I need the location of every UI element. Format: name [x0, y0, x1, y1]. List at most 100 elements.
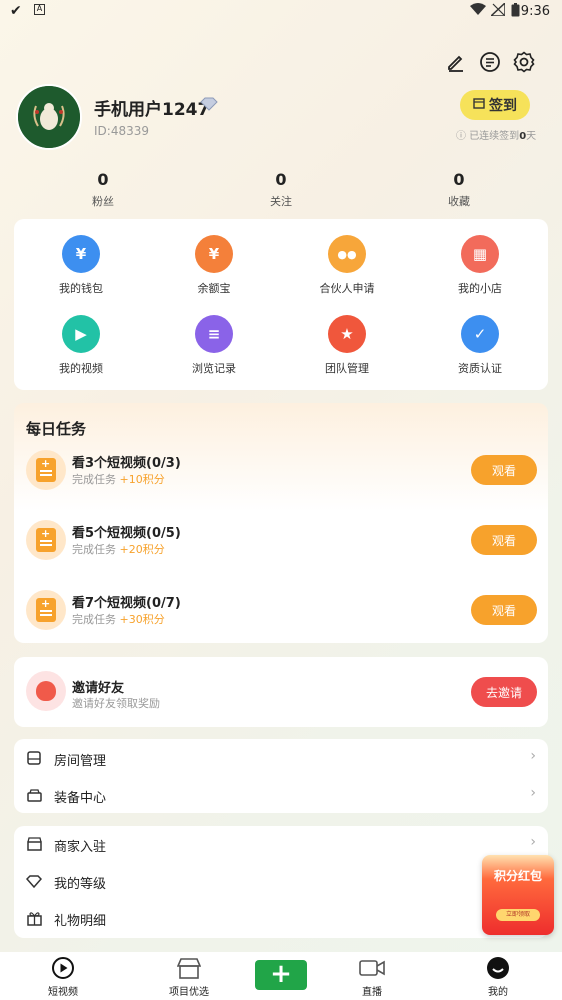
room-icon [26, 750, 42, 766]
partner-icon: ●● [328, 235, 366, 273]
tab-bar: 短视频 项目优选 + 直播 我的 [0, 952, 562, 1000]
merchant-icon [26, 836, 42, 852]
menu-gift[interactable]: 礼物明细 [14, 900, 548, 936]
menu-label: 我的等级 [54, 877, 107, 892]
feature-label: 我的小店 [458, 282, 502, 295]
store-icon [149, 956, 229, 980]
menu-level[interactable]: 我的等级 [14, 863, 548, 899]
feature-label: 我的视频 [59, 362, 103, 375]
signin-label: 签到 [489, 98, 517, 114]
profile-icon [458, 956, 538, 980]
watch-button[interactable]: 观看 [471, 595, 537, 625]
chevron-right-icon: › [530, 785, 536, 801]
signin-note: ⓘ 已连续签到0天 [456, 131, 537, 142]
money-bag-icon: ¥ [195, 235, 233, 273]
equipment-icon [26, 787, 42, 803]
play-circle-icon [23, 956, 103, 980]
tab-short-video[interactable]: 短视频 [23, 956, 103, 998]
info-icon: ⓘ [456, 131, 470, 142]
task-name: 看3个短视频(0/3) [72, 456, 181, 471]
tab-label: 项目优选 [169, 987, 209, 998]
feature-wallet[interactable]: ¥ 我的钱包 [31, 235, 131, 296]
tab-label: 短视频 [48, 987, 78, 998]
user-id: ID:48339 [94, 124, 149, 138]
red-packet-title: 积分红包 [493, 869, 542, 883]
feature-balance[interactable]: ¥ 余额宝 [164, 235, 264, 296]
red-packet-button[interactable]: 立即领取 [496, 909, 540, 921]
red-packet-float[interactable]: 积分红包 立即领取 [482, 855, 554, 935]
invite-button[interactable]: 去邀请 [471, 677, 537, 707]
diamond-icon [200, 97, 218, 115]
video-icon: ▶ [62, 315, 100, 353]
chevron-right-icon: › [530, 748, 536, 764]
wallet-icon: ¥ [62, 235, 100, 273]
task-item: 看3个短视频(0/3) 完成任务 +10积分 观看 [14, 446, 548, 496]
avatar[interactable] [16, 84, 82, 150]
stat-value: 0 [453, 170, 465, 189]
tab-label: 直播 [362, 987, 382, 998]
menu-label: 装备中心 [54, 791, 107, 806]
feature-video[interactable]: ▶ 我的视频 [31, 315, 131, 376]
stat-fans[interactable]: 0 粉丝 [63, 170, 143, 209]
stat-value: 0 [275, 170, 287, 189]
feature-shop[interactable]: ▦ 我的小店 [430, 235, 530, 296]
tab-profile[interactable]: 我的 [458, 956, 538, 998]
feature-label: 资质认证 [458, 362, 502, 375]
tab-label: 我的 [488, 987, 508, 998]
stat-value: 0 [97, 170, 109, 189]
signal-icon [489, 1, 506, 20]
feature-certify[interactable]: ✓ 资质认证 [430, 315, 530, 376]
stat-favorites[interactable]: 0 收藏 [419, 170, 499, 209]
edit-icon[interactable] [444, 50, 468, 74]
invite-title: 邀请好友 [72, 681, 125, 696]
level-icon [26, 873, 42, 889]
menu-room[interactable]: 房间管理 › [14, 740, 548, 776]
team-icon: ★ [328, 315, 366, 353]
watch-button[interactable]: 观看 [471, 455, 537, 485]
feature-partner[interactable]: ●● 合伙人申请 [297, 235, 397, 296]
task-sub: 完成任务 +30积分 [72, 613, 165, 626]
chevron-right-icon: › [530, 834, 536, 850]
money-bag-icon [26, 671, 66, 711]
gift-icon [26, 910, 42, 926]
invite-card: 邀请好友 邀请好友领取奖励 去邀请 [14, 657, 548, 727]
menu-merchant[interactable]: 商家入驻 › [14, 826, 548, 862]
camera-icon [332, 956, 412, 980]
a-icon: A [34, 4, 45, 15]
settings-icon[interactable] [512, 50, 536, 74]
status-time: 9:36 [520, 4, 550, 19]
tab-live[interactable]: 直播 [332, 956, 412, 998]
feature-history[interactable]: ≡ 浏览记录 [164, 315, 264, 376]
task-icon [26, 590, 66, 630]
task-icon [26, 450, 66, 490]
message-icon[interactable] [478, 50, 502, 74]
invite-sub: 邀请好友领取奖励 [72, 697, 160, 710]
plus-icon[interactable]: + [255, 960, 307, 990]
check-icon: ✔ [10, 3, 22, 19]
history-icon: ≡ [195, 315, 233, 353]
menu-group-1: 房间管理 › 装备中心 › [14, 739, 548, 813]
task-name: 看7个短视频(0/7) [72, 596, 181, 611]
signin-button[interactable]: 签到 [460, 90, 530, 120]
stat-label: 收藏 [448, 195, 470, 208]
battery-icon [511, 3, 520, 21]
feature-label: 浏览记录 [192, 362, 236, 375]
username: 手机用户1247 [94, 100, 210, 120]
menu-group-2: 商家入驻 › 我的等级 礼物明细 [14, 826, 548, 938]
daily-tasks: 每日任务 看3个短视频(0/3) 完成任务 +10积分 观看 看5个短视频(0/… [14, 403, 548, 643]
certify-icon: ✓ [461, 315, 499, 353]
task-item: 看7个短视频(0/7) 完成任务 +30积分 观看 [14, 586, 548, 636]
tab-projects[interactable]: 项目优选 [149, 956, 229, 998]
task-sub: 完成任务 +10积分 [72, 473, 165, 486]
feature-label: 余额宝 [197, 282, 231, 295]
stat-following[interactable]: 0 关注 [241, 170, 321, 209]
tasks-title: 每日任务 [26, 420, 87, 438]
watch-button[interactable]: 观看 [471, 525, 537, 555]
calendar-icon [473, 97, 485, 113]
menu-equipment[interactable]: 装备中心 › [14, 777, 548, 813]
menu-label: 商家入驻 [54, 840, 107, 855]
shop-icon: ▦ [461, 235, 499, 273]
feature-label: 合伙人申请 [319, 282, 375, 295]
feature-team[interactable]: ★ 团队管理 [297, 315, 397, 376]
task-icon [26, 520, 66, 560]
